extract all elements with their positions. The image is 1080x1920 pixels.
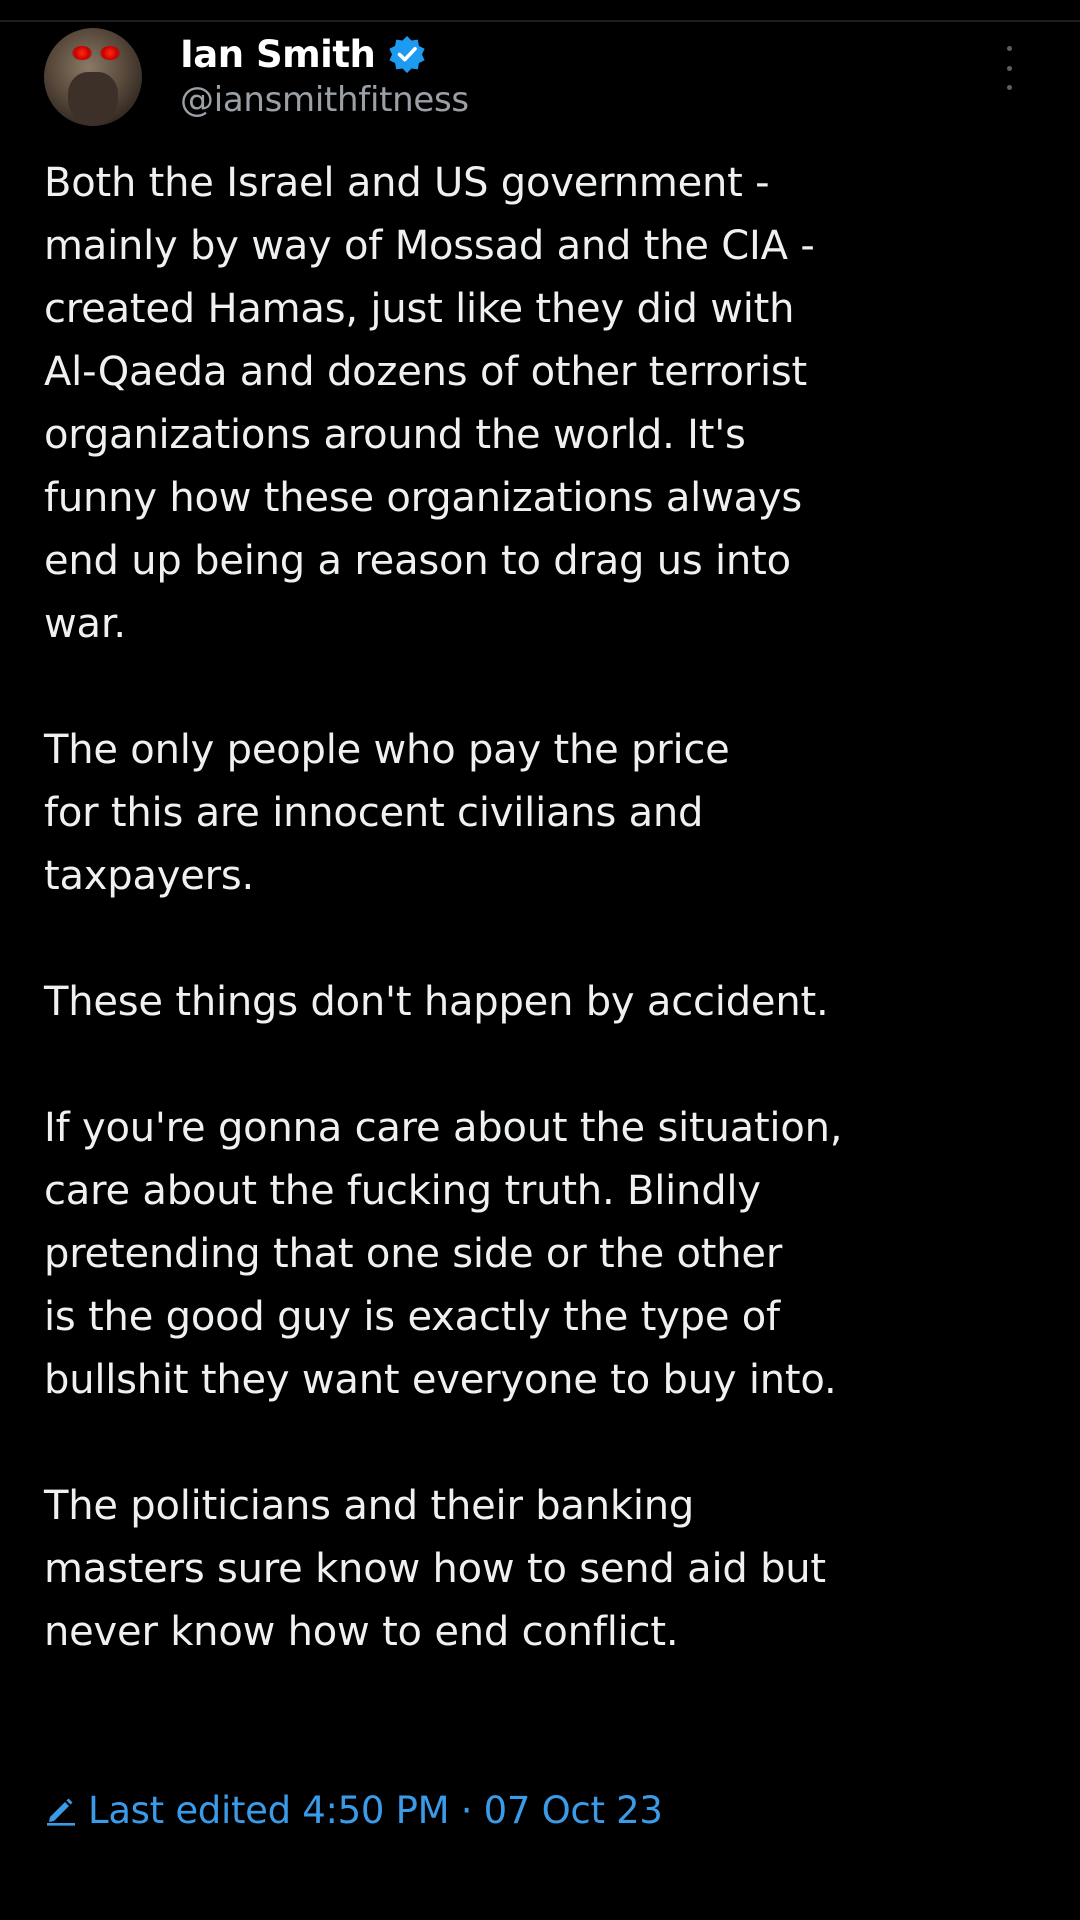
tweet-paragraph: Both the Israel and US government - main… bbox=[44, 160, 815, 647]
last-edited-label[interactable]: Last edited 4:50 PM · 07 Oct 23 bbox=[88, 1789, 663, 1832]
tweet-body: Both the Israel and US government - main… bbox=[44, 152, 1054, 1664]
more-options-icon[interactable] bbox=[994, 46, 1024, 90]
tweet-paragraph: The only people who pay the price for th… bbox=[44, 727, 730, 899]
more-dot bbox=[1006, 65, 1012, 71]
avatar-left-eye bbox=[72, 46, 92, 60]
author-display-name[interactable]: Ian Smith bbox=[180, 33, 376, 76]
tweet-paragraph: If you're gonna care about the situation… bbox=[44, 1105, 843, 1403]
tweet: Ian Smith @iansmithfitness Both the Isra… bbox=[0, 0, 1080, 1920]
more-dot bbox=[1006, 46, 1012, 51]
tweet-header: Ian Smith @iansmithfitness bbox=[44, 26, 1044, 126]
author-name-row[interactable]: Ian Smith bbox=[180, 26, 427, 82]
more-dot bbox=[1006, 85, 1012, 90]
author-handle[interactable]: @iansmithfitness bbox=[180, 80, 469, 120]
pencil-icon bbox=[44, 1793, 78, 1827]
avatar-beard bbox=[68, 72, 118, 126]
last-edited-link[interactable]: Last edited 4:50 PM · 07 Oct 23 bbox=[44, 1782, 663, 1838]
avatar-right-eye bbox=[100, 46, 120, 60]
tweet-paragraph: The politicians and their banking master… bbox=[44, 1483, 826, 1655]
verified-badge-icon bbox=[387, 34, 427, 74]
tweet-paragraph: These things don't happen by accident. bbox=[44, 979, 829, 1025]
avatar[interactable] bbox=[44, 28, 142, 126]
